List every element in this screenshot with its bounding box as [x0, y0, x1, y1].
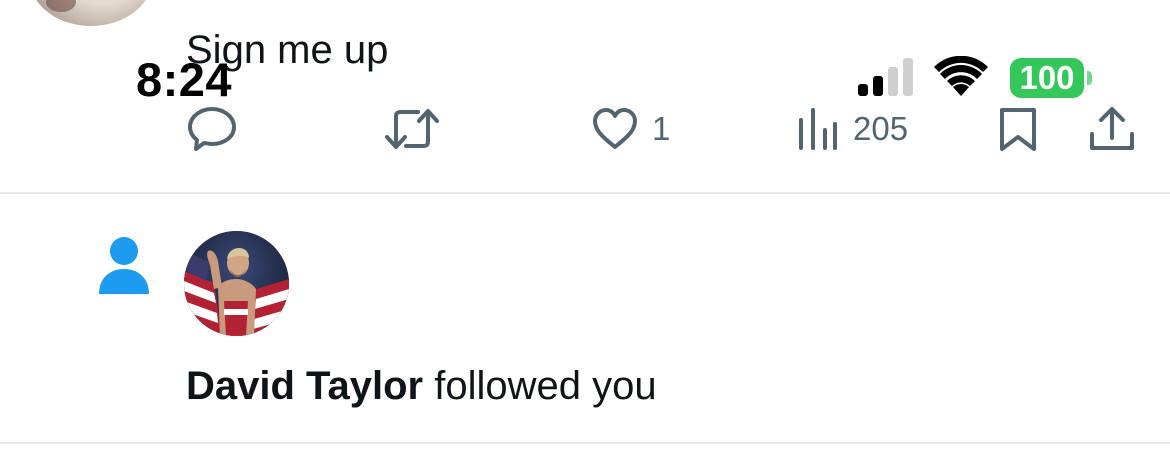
battery-nub [1087, 71, 1092, 85]
views-count: 205 [853, 110, 909, 147]
notification-action-text: followed you [423, 364, 657, 408]
reply-button[interactable] [187, 106, 237, 152]
wifi-icon [934, 56, 988, 96]
heart-icon [593, 108, 637, 149]
views-button[interactable]: 205 [797, 106, 908, 152]
previous-tweet-avatar[interactable] [30, 0, 152, 26]
person-icon [99, 237, 149, 294]
share-icon [1090, 107, 1134, 150]
notification-text: David Taylor followed you [186, 360, 657, 412]
battery-indicator: 100 [1010, 58, 1094, 98]
cellular-signal-icon [858, 58, 913, 96]
tweet-divider [0, 192, 1170, 194]
notification-divider [0, 442, 1170, 444]
retweet-icon [385, 109, 439, 149]
views-chart-icon [799, 108, 837, 150]
reply-icon [188, 107, 236, 151]
status-time: 8:24 [136, 53, 233, 106]
follower-photo [184, 231, 289, 336]
like-count: 1 [652, 110, 671, 147]
follower-name[interactable]: David Taylor [186, 364, 423, 408]
battery-level: 100 [1010, 58, 1084, 98]
share-button[interactable] [1088, 106, 1136, 152]
follower-avatar[interactable] [184, 231, 289, 336]
bookmark-button[interactable] [998, 106, 1038, 152]
retweet-button[interactable] [385, 106, 439, 152]
bookmark-icon [1000, 108, 1036, 151]
like-button[interactable]: 1 [592, 106, 670, 152]
